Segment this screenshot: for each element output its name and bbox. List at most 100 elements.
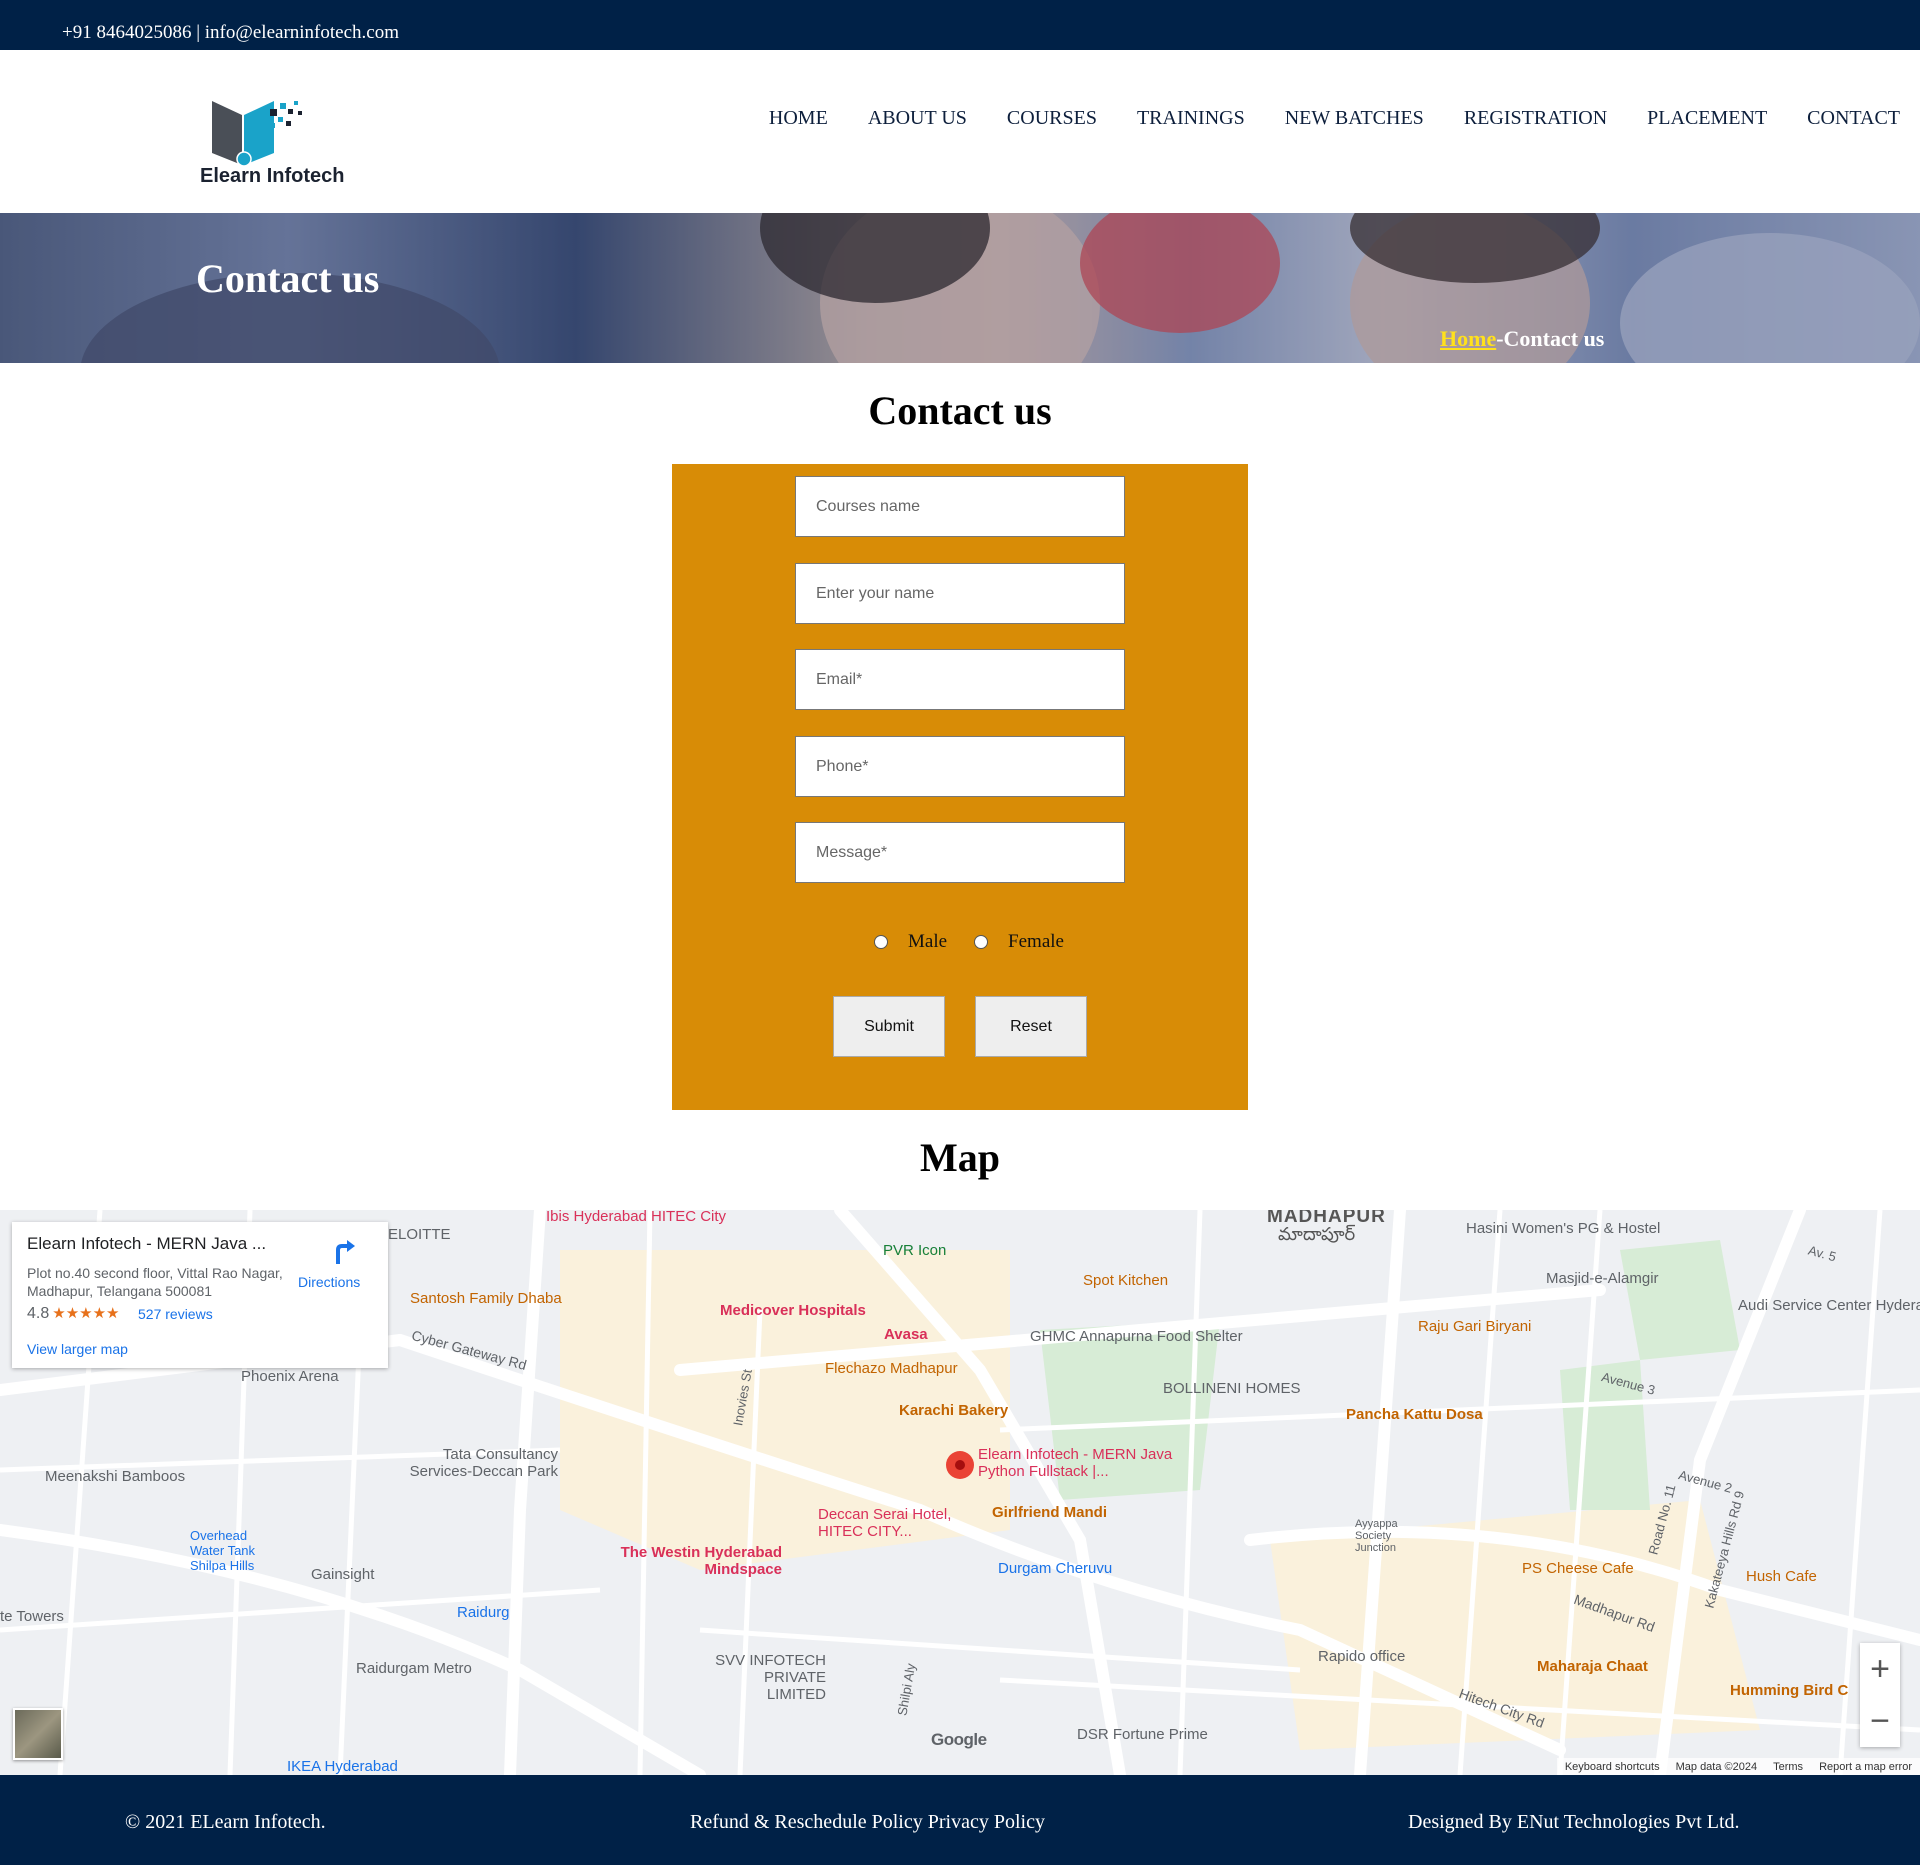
place-rating: 4.8 ★★★★★: [27, 1304, 120, 1323]
map-section-title: Map: [920, 1135, 1000, 1180]
map-place-label: Phoenix Arena: [241, 1368, 339, 1385]
page-banner: Contact us Home-Contact us: [0, 213, 1920, 363]
map-place-label: Rapido office: [1318, 1648, 1406, 1665]
contact-form: Male Female Submit Reset: [672, 464, 1248, 1110]
map-place-label: BOLLINENI HOMES: [1163, 1380, 1301, 1397]
breadcrumb: Home-Contact us: [1440, 326, 1604, 352]
map-place-label: Avasa: [884, 1326, 928, 1343]
footer-copyright: © 2021 ELearn Infotech.: [125, 1811, 326, 1833]
logo[interactable]: Elearn Infotech: [198, 93, 344, 193]
google-logo: Google: [931, 1730, 987, 1750]
footer: © 2021 ELearn Infotech. Refund & Resched…: [0, 1775, 1920, 1865]
google-logo-text: Google: [931, 1730, 987, 1749]
map-place-label: SVV INFOTECH PRIVATE LIMITED: [715, 1652, 826, 1703]
contact-section-title: Contact us: [868, 388, 1052, 433]
map-place-label: Girlfriend Mandi: [992, 1504, 1108, 1521]
logo-icon: [212, 101, 302, 167]
map-place-label: Overhead Water Tank Shilpa Hills: [190, 1528, 256, 1573]
name-input[interactable]: [795, 563, 1125, 624]
map-place-label: IKEA Hyderabad: [287, 1758, 398, 1775]
male-radio[interactable]: [874, 935, 888, 949]
map-place-label: Deccan Serai Hotel, HITEC CITY...: [818, 1506, 952, 1540]
map-place-label: Flechazo Madhapur: [825, 1360, 958, 1377]
email-input[interactable]: [795, 649, 1125, 710]
female-label: Female: [1008, 931, 1064, 952]
place-name: Elearn Infotech - MERN Java ...: [27, 1234, 267, 1253]
header: Elearn Infotech HOME ABOUT US COURSES TR…: [0, 50, 1920, 213]
map-place-label: Tata Consultancy Services-Deccan Park: [409, 1446, 558, 1480]
logo-text: Elearn Infotech: [200, 165, 345, 187]
footer-policy-links[interactable]: Refund & Reschedule Policy Privacy Polic…: [690, 1811, 1045, 1834]
map-place-label: Gainsight: [311, 1566, 375, 1583]
phone-input[interactable]: [795, 736, 1125, 797]
map-place-label: Maharaja Chaat: [1537, 1658, 1648, 1675]
gender-group: Male Female: [874, 931, 1091, 953]
map-place-label: te Towers: [0, 1608, 64, 1625]
keyboard-shortcuts-link[interactable]: Keyboard shortcuts: [1565, 1761, 1660, 1773]
zoom-in-button[interactable]: +: [1860, 1643, 1900, 1695]
map-place-card: Elearn Infotech - MERN Java ... Plot no.…: [12, 1222, 388, 1368]
map-place-label: Audi Service Center Hyderabad: [1738, 1297, 1920, 1314]
nav-registration[interactable]: REGISTRATION: [1464, 107, 1607, 130]
map-data-label: Map data ©2024: [1675, 1760, 1758, 1773]
satellite-toggle[interactable]: [13, 1708, 63, 1760]
zoom-out-button[interactable]: −: [1860, 1695, 1900, 1747]
map-place-label: Raju Gari Biryani: [1418, 1318, 1532, 1335]
map-place-label: GHMC Annapurna Food Shelter: [1030, 1328, 1243, 1345]
place-address: Plot no.40 second floor, Vittal Rao Naga…: [27, 1265, 283, 1299]
map-place-label: DSR Fortune Prime: [1077, 1726, 1208, 1743]
terms-link[interactable]: Terms: [1773, 1761, 1803, 1773]
embedded-map[interactable]: MADHAPUR మాదాపూర్ Hasini Women's PG & Ho…: [0, 1210, 1920, 1775]
map-place-label: Meenakshi Bamboos: [45, 1468, 186, 1485]
map-place-label: The Westin Hyderabad Mindspace: [620, 1544, 782, 1578]
map-place-label: Ibis Hyderabad HITEC City: [546, 1210, 727, 1225]
map-place-label: Karachi Bakery: [899, 1402, 1009, 1419]
top-bar: +91 8464025086 | info@elearninfotech.com: [0, 0, 1920, 50]
reviews-link[interactable]: 527 reviews: [138, 1306, 213, 1322]
map-place-label: ELOITTE: [388, 1226, 451, 1243]
map-place-label: మాదాపూర్: [1278, 1224, 1356, 1244]
male-label: Male: [908, 931, 948, 952]
map-place-label: Medicover Hospitals: [720, 1302, 866, 1319]
message-input[interactable]: [795, 822, 1125, 883]
breadcrumb-home-link[interactable]: Home: [1440, 326, 1496, 351]
rating-stars: ★★★★★: [52, 1305, 120, 1322]
nav-new-batches[interactable]: NEW BATCHES: [1285, 107, 1424, 130]
report-map-error-link[interactable]: Report a map error: [1819, 1761, 1912, 1773]
map-zoom-controls: + −: [1860, 1643, 1900, 1747]
directions-link[interactable]: Directions: [298, 1274, 360, 1290]
submit-button[interactable]: Submit: [833, 996, 945, 1057]
map-place-label: Elearn Infotech - MERN Java Python Fulls…: [978, 1446, 1173, 1480]
view-larger-map-link[interactable]: View larger map: [27, 1341, 128, 1357]
map-place-label: Durgam Cheruvu: [998, 1560, 1113, 1577]
nav-home[interactable]: HOME: [769, 107, 828, 130]
map-attribution: Keyboard shortcuts Map data ©2024 Terms …: [1556, 1758, 1920, 1775]
map-place-label: PVR Icon: [883, 1242, 947, 1259]
female-radio[interactable]: [974, 935, 989, 949]
nav-contact[interactable]: CONTACT: [1807, 107, 1900, 130]
breadcrumb-current: Contact us: [1503, 326, 1605, 351]
banner-title: Contact us: [196, 256, 380, 301]
footer-designed-by: Designed By ENut Technologies Pvt Ltd.: [1408, 1811, 1740, 1833]
map-place-label: Spot Kitchen: [1083, 1272, 1169, 1289]
courses-name-input[interactable]: [795, 476, 1125, 537]
contact-info: +91 8464025086 | info@elearninfotech.com: [62, 22, 399, 43]
map-place-label: Masjid-e-Alamgir: [1546, 1270, 1659, 1287]
map-place-label: PS Cheese Cafe: [1522, 1560, 1634, 1577]
rating-value: 4.8: [27, 1305, 50, 1322]
map-place-label: Raidurgam Metro: [356, 1660, 472, 1677]
directions-icon[interactable]: [330, 1236, 358, 1266]
breadcrumb-separator: -: [1496, 326, 1504, 351]
map-place-label: Hush Cafe: [1746, 1568, 1817, 1585]
nav-courses[interactable]: COURSES: [1007, 107, 1097, 130]
map-place-label: Raidurg: [457, 1604, 510, 1621]
nav-placement[interactable]: PLACEMENT: [1647, 107, 1767, 130]
nav-trainings[interactable]: TRAININGS: [1137, 107, 1245, 130]
nav-about-us[interactable]: ABOUT US: [868, 107, 967, 130]
map-place-label: Ayyappa Society Junction: [1355, 1518, 1398, 1554]
map-place-label: Santosh Family Dhaba: [410, 1290, 562, 1307]
reset-button[interactable]: Reset: [975, 996, 1087, 1057]
map-place-label: Pancha Kattu Dosa: [1346, 1406, 1483, 1423]
map-place-label: Humming Bird C: [1730, 1682, 1849, 1699]
main-nav: HOME ABOUT US COURSES TRAININGS NEW BATC…: [729, 107, 1900, 130]
